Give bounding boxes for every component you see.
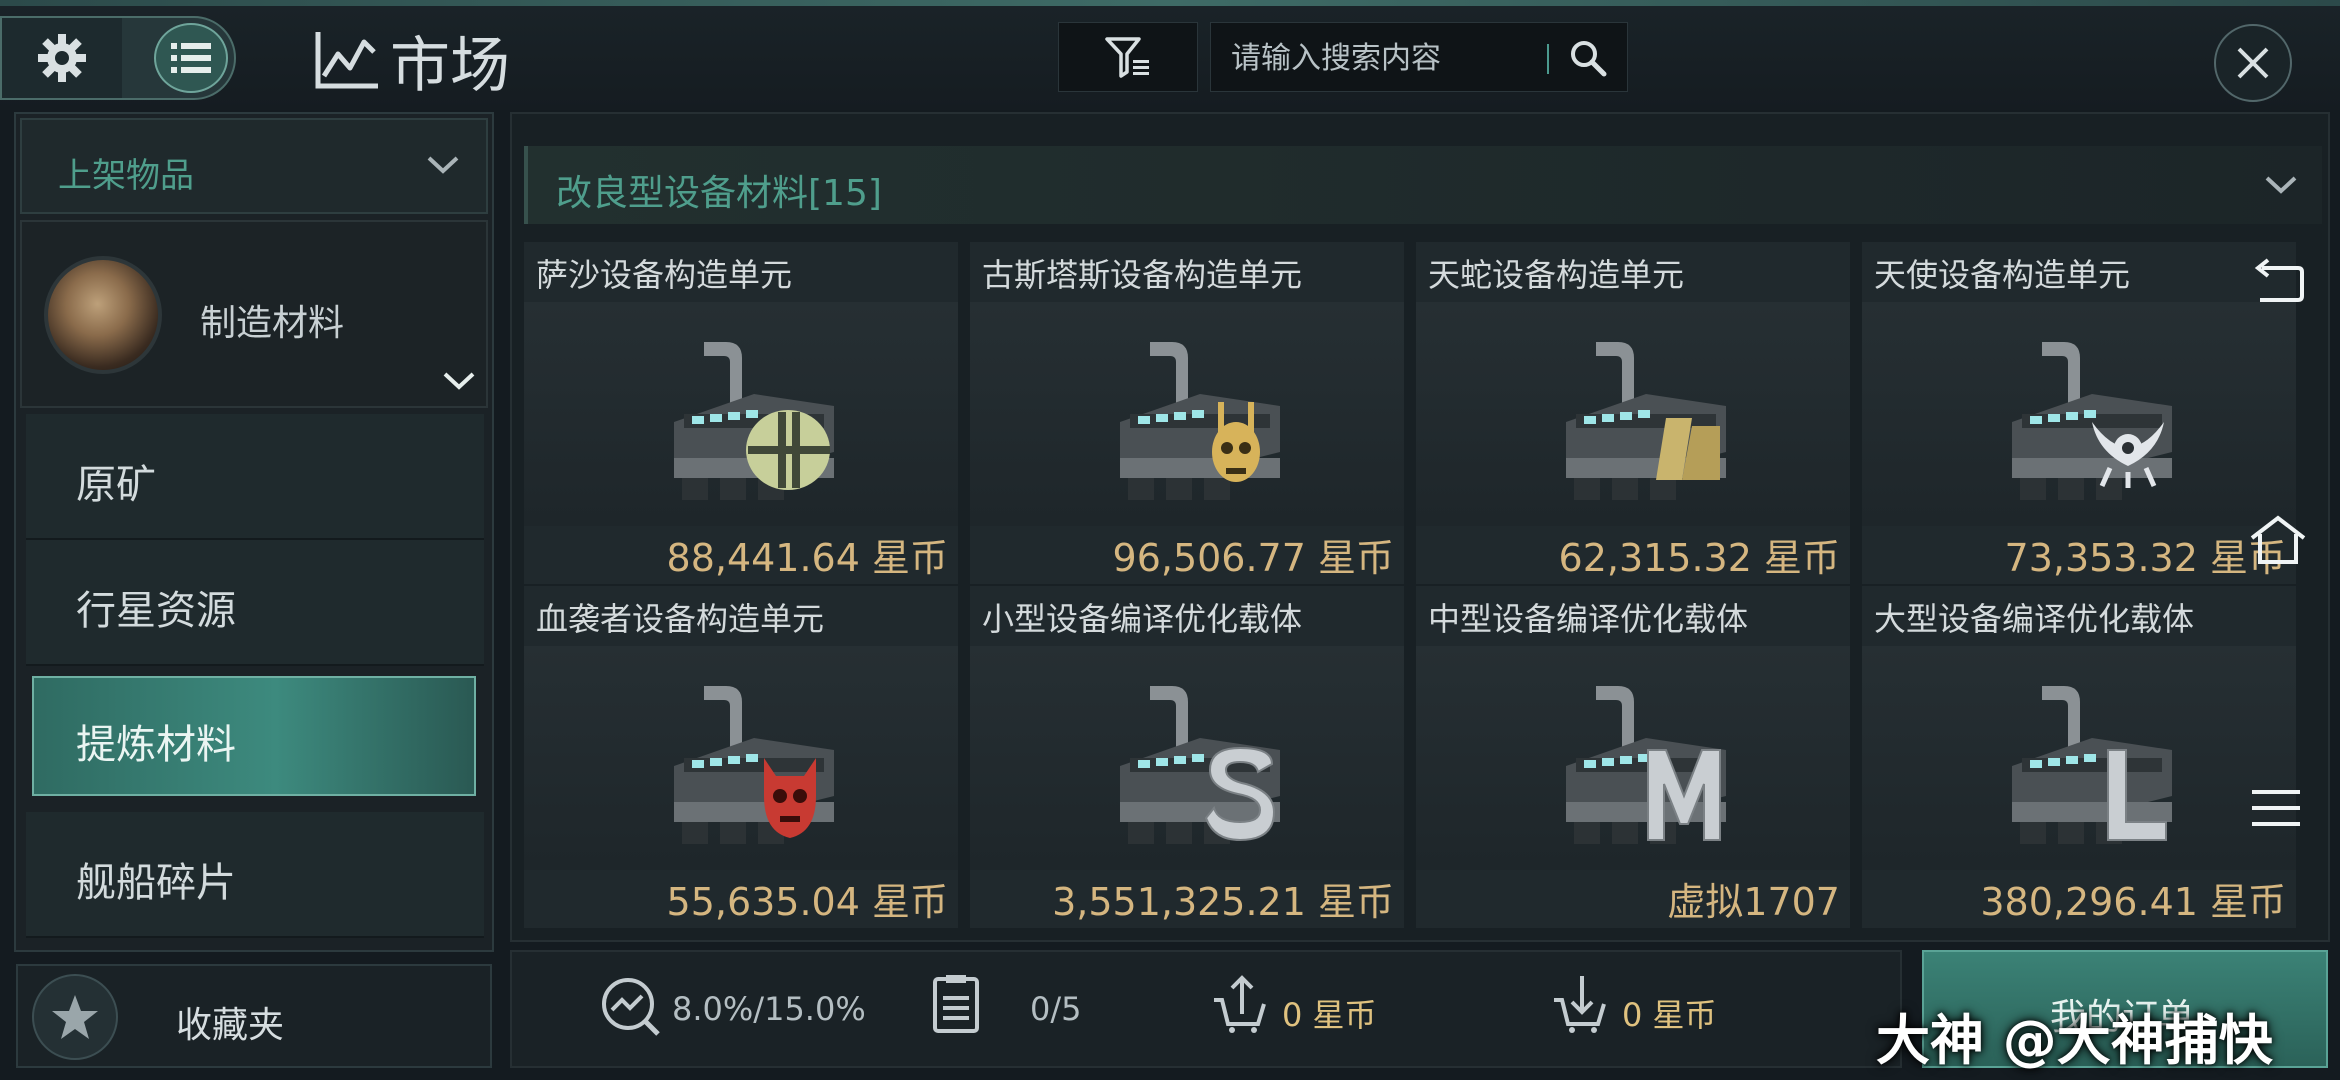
product-price: 62,315.32 星币: [1558, 536, 1840, 580]
product-image: [970, 646, 1404, 870]
factory-icon: [1120, 342, 1280, 500]
product-card[interactable]: 天使设备构造单元 73,353.32 星币: [1862, 242, 2296, 584]
page-title-area: 市场: [314, 20, 510, 101]
gear-icon: [38, 34, 86, 82]
favorites-label: 收藏夹: [176, 1005, 285, 1046]
product-card[interactable]: 萨沙设备构造单元 88,441.64 星币: [524, 242, 958, 584]
product-name: 大型设备编译优化载体: [1874, 600, 2195, 638]
favorites-button[interactable]: 收藏夹: [16, 964, 492, 1068]
product-card[interactable]: 大型设备编译优化载体 380,296.41 星币: [1862, 586, 2296, 928]
product-image: [970, 302, 1404, 526]
product-card[interactable]: 小型设备编译优化载体 3,551,325.21 星币: [970, 586, 1404, 928]
search-input[interactable]: [1231, 37, 1551, 79]
search-button[interactable]: [1568, 38, 1608, 82]
product-name: 萨沙设备构造单元: [536, 256, 793, 294]
product-image: [1862, 302, 2296, 526]
serpentis-emblem-icon: [1656, 418, 1720, 480]
product-price: 380,296.41 星币: [1980, 880, 2286, 924]
search-cursor-bar: [1547, 44, 1549, 74]
group-header[interactable]: 改良型设备材料[15]: [524, 146, 2322, 224]
category-label: 制造材料: [200, 303, 345, 344]
product-card[interactable]: 古斯塔斯设备构造单元 96,506.77 星币: [970, 242, 1404, 584]
back-icon[interactable]: [2250, 258, 2306, 306]
close-icon: [2237, 47, 2269, 79]
buy-cart-icon: [1554, 976, 1606, 1033]
list-icon: [171, 43, 211, 73]
sansha-emblem-icon: [746, 410, 830, 490]
sell-cart-icon: [1214, 975, 1266, 1033]
tax-rate: 8.0%/15.0%: [672, 990, 866, 1028]
sidebar-item-ship-fragments[interactable]: 舰船碎片: [26, 812, 484, 938]
watermark: 大神 @大神捕快: [1876, 1009, 2273, 1072]
listing-dropdown[interactable]: 上架物品: [20, 118, 488, 214]
listing-dropdown-label: 上架物品: [58, 156, 194, 196]
product-image: [524, 302, 958, 526]
filter-icon: [1105, 37, 1149, 78]
chevron-down-icon: [2265, 176, 2297, 194]
factory-icon: [2012, 686, 2172, 844]
search-box: [1210, 22, 1628, 92]
product-price: 96,506.77 星币: [1112, 536, 1394, 580]
product-image: [1862, 646, 2296, 870]
product-price: 88,441.64 星币: [666, 536, 948, 580]
sidebar-item-label: 行星资源: [76, 588, 236, 634]
sidebar-item-label: 原矿: [76, 462, 156, 508]
product-image: [1416, 646, 1850, 870]
product-name: 小型设备编译优化载体: [982, 600, 1303, 638]
category-header[interactable]: 制造材料: [20, 220, 488, 408]
close-button[interactable]: [2214, 24, 2292, 102]
chevron-down-icon: [427, 156, 459, 174]
star-icon: [52, 995, 98, 1039]
line-chart-icon: [315, 32, 378, 89]
orders-count: 0/5: [1030, 990, 1082, 1028]
chevron-down-icon: [443, 372, 475, 390]
menu-icon[interactable]: [2250, 786, 2302, 830]
tax-chart-icon: [602, 978, 660, 1036]
product-name: 天蛇设备构造单元: [1428, 256, 1685, 294]
clipboard-icon: [933, 975, 979, 1033]
product-price: 虚拟1707: [1667, 880, 1840, 924]
product-card[interactable]: 血袭者设备构造单元 55,635.04 星币: [524, 586, 958, 928]
group-title: 改良型设备材料[15]: [556, 173, 882, 214]
list-menu-button[interactable]: [154, 23, 228, 93]
top-left-button-group: [0, 16, 236, 100]
product-name: 古斯塔斯设备构造单元: [982, 256, 1303, 294]
product-image: [524, 646, 958, 870]
product-card[interactable]: 天蛇设备构造单元 62,315.32 星币: [1416, 242, 1850, 584]
product-price: 3,551,325.21 星币: [1052, 880, 1394, 924]
product-image: [1416, 302, 1850, 526]
star-button: [32, 974, 118, 1060]
filter-button[interactable]: [1058, 22, 1198, 92]
product-name: 中型设备编译优化载体: [1428, 600, 1749, 638]
settings-button[interactable]: [2, 18, 122, 98]
home-icon[interactable]: [2250, 514, 2306, 566]
product-name: 天使设备构造单元: [1874, 256, 2131, 294]
product-name: 血袭者设备构造单元: [536, 600, 825, 638]
product-card[interactable]: 中型设备编译优化载体 虚拟1707: [1416, 586, 1850, 928]
product-price: 73,353.32 星币: [2004, 536, 2286, 580]
page-title: 市场: [390, 30, 510, 101]
sidebar-item-planetary[interactable]: 行星资源: [26, 540, 484, 666]
sidebar-item-label: 舰船碎片: [76, 860, 236, 906]
sell-amount: 0 星币: [1282, 996, 1377, 1034]
product-price: 55,635.04 星币: [666, 880, 948, 924]
sidebar-item-refined[interactable]: 提炼材料: [32, 676, 476, 796]
sidebar-item-label: 提炼材料: [76, 722, 236, 768]
ore-avatar: [44, 256, 162, 374]
search-icon: [1571, 41, 1607, 77]
buy-amount: 0 星币: [1622, 996, 1717, 1034]
sidebar-item-ore[interactable]: 原矿: [26, 414, 484, 540]
